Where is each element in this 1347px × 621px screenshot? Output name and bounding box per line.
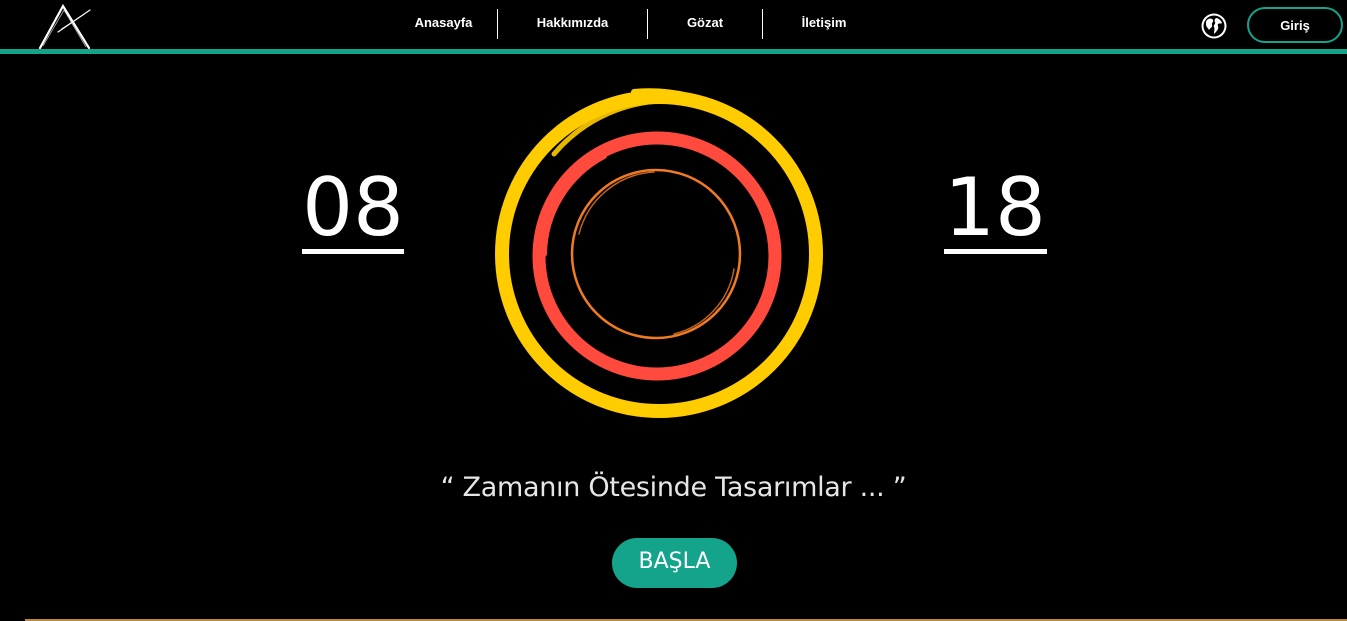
- inner-ring: [570, 168, 742, 340]
- nav-item-iletisim[interactable]: İletişim: [763, 9, 885, 41]
- header: Anasayfa Hakkımızda Gözat İletişim Giriş: [0, 0, 1347, 50]
- globe-icon[interactable]: [1200, 12, 1228, 40]
- logo-icon[interactable]: [36, 2, 92, 50]
- hours-display: 08: [302, 161, 404, 254]
- page: Anasayfa Hakkımızda Gözat İletişim Giriş…: [0, 0, 1347, 621]
- header-accent-line: [0, 49, 1347, 54]
- login-button[interactable]: Giriş: [1247, 7, 1343, 43]
- nav-item-gozat[interactable]: Gözat: [648, 9, 762, 41]
- minutes-underline: [944, 249, 1047, 254]
- clock-rings: [484, 84, 834, 429]
- hours-underline: [302, 249, 404, 254]
- start-button[interactable]: BAŞLA: [612, 538, 737, 588]
- nav-item-hakkimizda[interactable]: Hakkımızda: [498, 9, 647, 41]
- main-nav: Anasayfa Hakkımızda Gözat İletişim: [390, 9, 885, 41]
- minutes-display: 18: [944, 161, 1046, 254]
- tagline: “ Zamanın Ötesinde Tasarımlar ... ”: [440, 472, 907, 503]
- nav-item-anasayfa[interactable]: Anasayfa: [390, 9, 497, 41]
